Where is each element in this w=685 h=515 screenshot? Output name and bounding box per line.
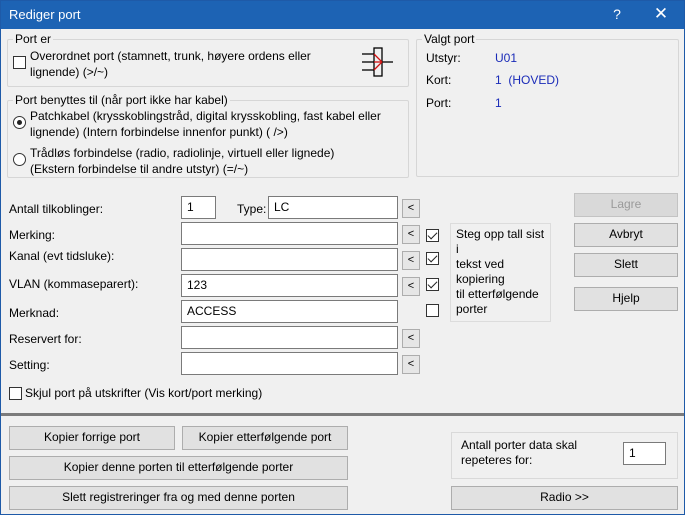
benyttes-group-label: Port benyttes til (når port ikke har kab…	[13, 93, 230, 107]
dialog-window: Rediger port ? ✕ Port er Overordnet port…	[0, 0, 685, 515]
steg-merknad-checkbox[interactable]	[426, 304, 439, 317]
skjul-port-label: Skjul port på utskrifter (Vis kort/port …	[25, 386, 263, 400]
slett-registreringer-button[interactable]: Slett registreringer fra og med denne po…	[9, 486, 348, 510]
reservert-label: Reservert for:	[9, 332, 82, 346]
port-value: 1	[495, 96, 502, 110]
repeat-label-2: repeteres for:	[461, 453, 533, 467]
vlan-input[interactable]: 123	[181, 274, 398, 297]
skjul-port-checkbox[interactable]	[9, 387, 22, 400]
hjelp-button[interactable]: Hjelp	[574, 287, 678, 311]
setting-label: Setting:	[9, 358, 50, 372]
kopier-etterfolgende-button[interactable]: Kopier etterfølgende port	[182, 426, 348, 450]
steg-note-line-1: Steg opp tall sist i	[456, 227, 545, 256]
steg-note-line-4: porter	[456, 302, 488, 316]
patchkabel-radio[interactable]	[13, 116, 26, 129]
title-bar: Rediger port ? ✕	[1, 1, 684, 29]
window-title: Rediger port	[9, 7, 81, 22]
steg-merking-checkbox[interactable]	[426, 229, 439, 242]
slett-button[interactable]: Slett	[574, 253, 678, 277]
steg-note: Steg opp tall sist i tekst ved kopiering…	[450, 223, 551, 322]
steg-note-line-3: til etterfølgende	[456, 287, 539, 301]
merking-input[interactable]	[181, 222, 398, 245]
lagre-button[interactable]: Lagre	[574, 193, 678, 217]
repeat-label-1: Antall porter data skal	[461, 438, 578, 452]
merknad-label: Merknad:	[9, 306, 60, 320]
repeat-count-input[interactable]: 1	[623, 442, 666, 465]
utstyr-value: U01	[495, 51, 518, 65]
patchkabel-label-1: Patchkabel (krysskoblingstråd, digital k…	[30, 109, 381, 123]
kort-label: Kort:	[426, 73, 452, 87]
overordnet-port-label-2: lignende) (>/~)	[30, 65, 109, 79]
setting-input[interactable]	[181, 352, 398, 375]
reservert-arrow-button[interactable]: <	[402, 329, 420, 348]
valgt-port-group-label: Valgt port	[422, 32, 477, 46]
antall-input[interactable]: 1	[181, 196, 216, 219]
vlan-arrow-button[interactable]: <	[402, 277, 420, 296]
steg-vlan-checkbox[interactable]	[426, 278, 439, 291]
setting-arrow-button[interactable]: <	[402, 355, 420, 374]
avbryt-button[interactable]: Avbryt	[574, 223, 678, 247]
merking-label: Merking:	[9, 228, 56, 242]
kopier-denne-button[interactable]: Kopier denne porten til etterfølgende po…	[9, 456, 348, 480]
vlan-label: VLAN (kommaseparert):	[9, 277, 139, 291]
close-icon[interactable]: ✕	[651, 4, 671, 24]
port-connector-icon	[362, 47, 393, 77]
help-icon[interactable]: ?	[607, 6, 627, 22]
steg-kanal-checkbox[interactable]	[426, 252, 439, 265]
kanal-arrow-button[interactable]: <	[402, 251, 420, 270]
kanal-input[interactable]	[181, 248, 398, 271]
reservert-input[interactable]	[181, 326, 398, 349]
kort-value: 1 (HOVED)	[495, 73, 560, 87]
steg-note-line-2: tekst ved kopiering	[456, 257, 505, 286]
section-separator	[1, 413, 684, 416]
overordnet-port-label: Overordnet port (stamnett, trunk, høyere…	[30, 49, 311, 63]
kopier-forrige-button[interactable]: Kopier forrige port	[9, 426, 175, 450]
tradlos-radio[interactable]	[13, 153, 26, 166]
type-label: Type:	[237, 202, 267, 216]
merknad-input[interactable]: ACCESS	[181, 300, 398, 323]
port-label: Port:	[426, 96, 452, 110]
overordnet-port-checkbox[interactable]	[13, 56, 26, 69]
type-input[interactable]: LC	[268, 196, 398, 219]
type-arrow-button[interactable]: <	[402, 199, 420, 218]
port-er-group-label: Port er	[13, 32, 54, 46]
tradlos-label-1: Trådløs forbindelse (radio, radiolinje, …	[30, 146, 335, 160]
radio-button[interactable]: Radio >>	[451, 486, 678, 510]
utstyr-label: Utstyr:	[426, 51, 461, 65]
tradlos-label-2: (Ekstern forbindelse til andre utstyr) (…	[30, 162, 249, 176]
merking-arrow-button[interactable]: <	[402, 225, 420, 244]
kanal-label: Kanal (evt tidsluke):	[9, 249, 115, 263]
antall-label: Antall tilkoblinger:	[9, 202, 104, 216]
patchkabel-label-2: lignende) (Intern forbindelse innenfor p…	[30, 125, 288, 139]
